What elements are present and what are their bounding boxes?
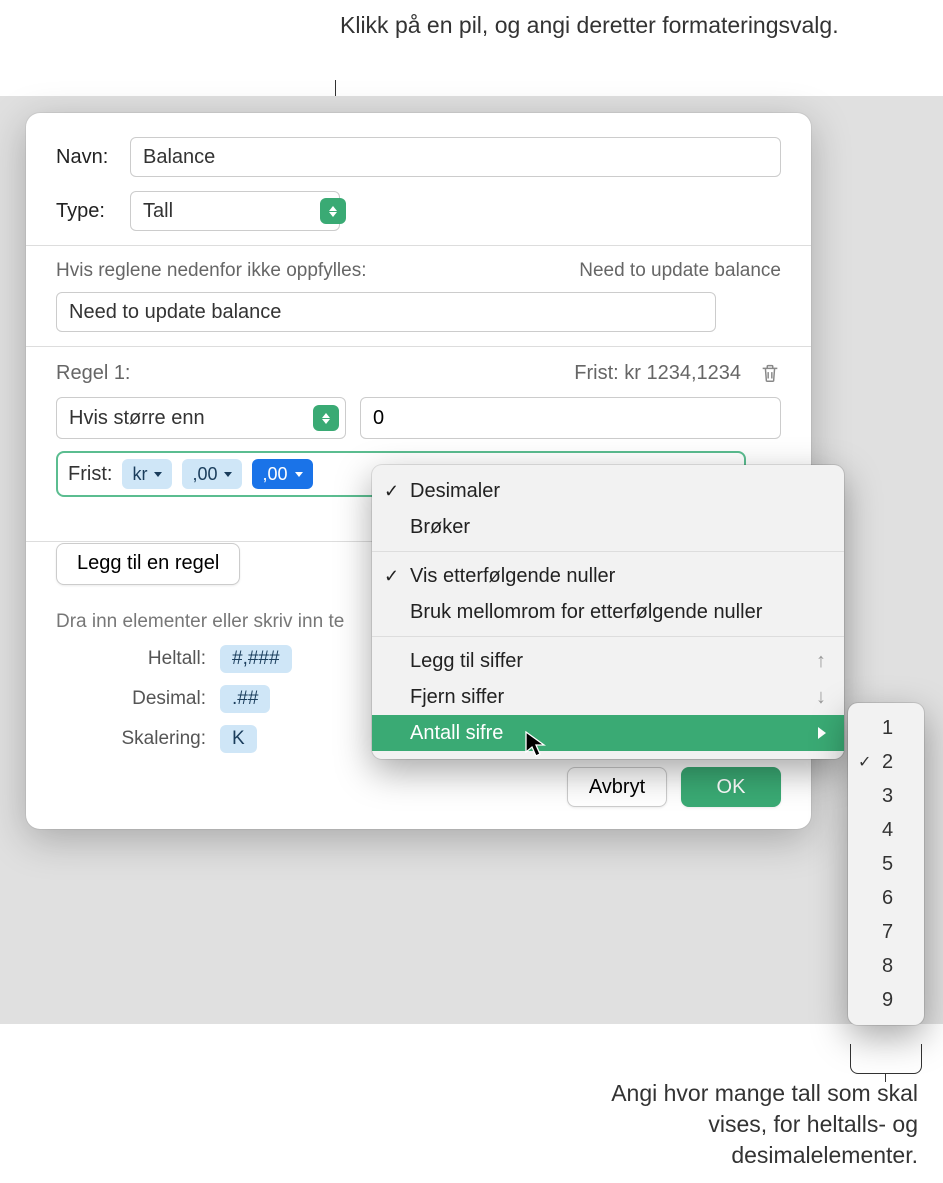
arrow-down-icon: ↓ — [816, 686, 826, 709]
name-input[interactable] — [130, 137, 781, 177]
integer-token[interactable]: #,### — [220, 645, 292, 673]
menu-item-decimals[interactable]: ✓ Desimaler — [372, 473, 844, 509]
menu-separator — [372, 636, 844, 637]
divider — [26, 346, 811, 347]
scale-token[interactable]: K — [220, 725, 257, 753]
annotation-bottom: Angi hvor mange tall som skal vises, for… — [548, 1078, 918, 1171]
ok-button[interactable]: OK — [681, 767, 781, 807]
submenu-item-5[interactable]: 5 — [848, 847, 924, 881]
digits-submenu: 1 ✓2 3 4 5 6 7 8 9 — [848, 703, 924, 1025]
decimal-token-2-selected[interactable]: ,00 — [252, 459, 312, 489]
if-rules-preview: Need to update balance — [579, 260, 781, 282]
type-select[interactable]: Tall — [130, 191, 340, 231]
decimal-token-1[interactable]: ,00 — [182, 459, 242, 489]
type-label: Type: — [56, 200, 130, 223]
rule-title: Regel 1: — [56, 362, 131, 385]
scale-label: Skalering: — [56, 728, 206, 750]
decimal-label: Desimal: — [56, 688, 206, 710]
menu-item-remove-digit[interactable]: Fjern siffer ↓ — [372, 679, 844, 715]
submenu-item-3[interactable]: 3 — [848, 779, 924, 813]
format-label: Frist: — [68, 463, 112, 486]
menu-item-space-trailing[interactable]: Bruk mellomrom for etterfølgende nuller — [372, 594, 844, 630]
menu-item-trailing-zeros[interactable]: ✓ Vis etterfølgende nuller — [372, 558, 844, 594]
if-rules-label: Hvis reglene nedenfor ikke oppfylles: — [56, 260, 367, 282]
menu-item-add-digit[interactable]: Legg til siffer ↑ — [372, 643, 844, 679]
submenu-item-2[interactable]: ✓2 — [848, 745, 924, 779]
check-icon: ✓ — [384, 481, 399, 502]
menu-item-fractions[interactable]: Brøker — [372, 509, 844, 545]
trash-icon[interactable] — [759, 361, 781, 385]
name-label: Navn: — [56, 146, 130, 169]
submenu-item-7[interactable]: 7 — [848, 915, 924, 949]
submenu-item-1[interactable]: 1 — [848, 711, 924, 745]
cursor-icon — [524, 730, 548, 758]
annotation-bracket — [850, 1044, 922, 1074]
decimal-token[interactable]: .## — [220, 685, 270, 713]
arrow-up-icon: ↑ — [816, 650, 826, 673]
condition-select[interactable]: Hvis større enn — [56, 397, 346, 439]
default-value-input[interactable] — [56, 292, 716, 332]
chevron-up-down-icon[interactable] — [320, 198, 346, 224]
submenu-item-9[interactable]: 9 — [848, 983, 924, 1017]
annotation-top: Klikk på en pil, og angi deretter format… — [340, 10, 839, 41]
cancel-button[interactable]: Avbryt — [567, 767, 667, 807]
menu-separator — [372, 551, 844, 552]
rule-preview: Frist: kr 1234,1234 — [574, 362, 741, 385]
submenu-item-4[interactable]: 4 — [848, 813, 924, 847]
add-rule-button[interactable]: Legg til en regel — [56, 543, 240, 585]
check-icon: ✓ — [384, 566, 399, 587]
currency-token[interactable]: kr — [122, 459, 172, 489]
submenu-item-6[interactable]: 6 — [848, 881, 924, 915]
check-icon: ✓ — [858, 752, 871, 772]
divider — [26, 245, 811, 246]
menu-item-num-digits[interactable]: Antall sifre — [372, 715, 844, 751]
chevron-right-icon — [818, 727, 826, 739]
integer-label: Heltall: — [56, 648, 206, 670]
format-popup-menu: ✓ Desimaler Brøker ✓ Vis etterfølgende n… — [372, 465, 844, 759]
condition-value-input[interactable] — [360, 397, 781, 439]
chevron-up-down-icon[interactable] — [313, 405, 339, 431]
condition-select-label: Hvis større enn — [69, 407, 205, 430]
submenu-item-8[interactable]: 8 — [848, 949, 924, 983]
